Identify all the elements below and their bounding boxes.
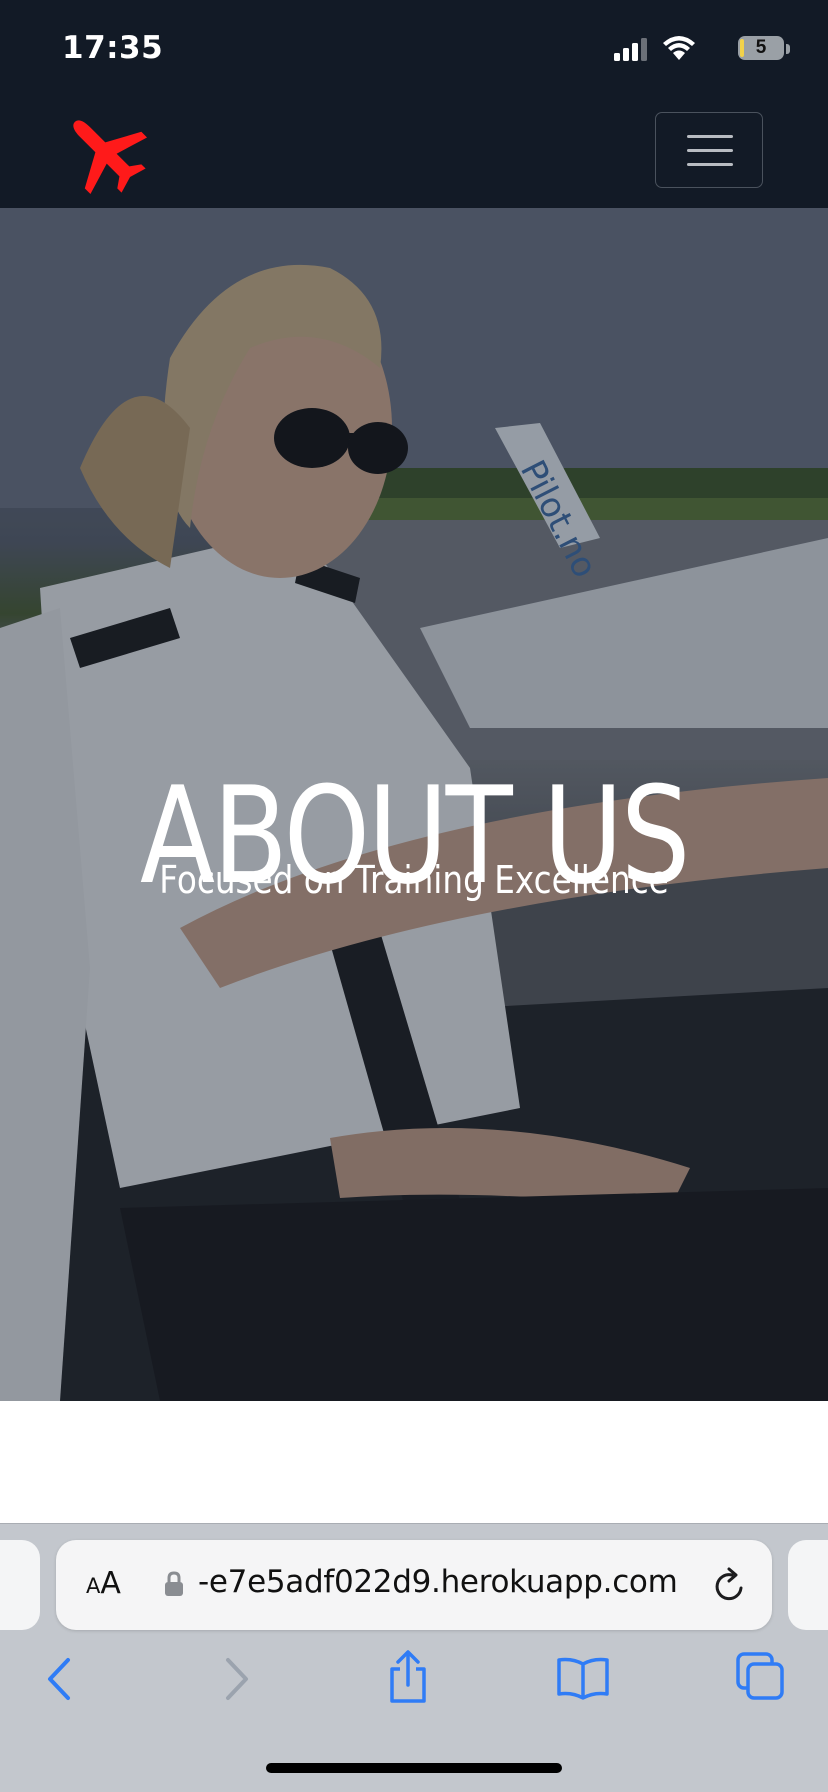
bookmarks-icon[interactable] — [556, 1656, 610, 1700]
hero-subtitle: Focused on Training Excellence — [159, 858, 669, 902]
status-bar: 17:35 5 — [0, 0, 828, 100]
text-size-button[interactable]: AA — [86, 1566, 121, 1601]
lock-icon — [165, 1571, 183, 1596]
browser-toolbar: AA -e7e5adf022d9.herokuapp.com — [0, 1523, 828, 1792]
hero-section: Pilot.no ABOUT US Focused on Training Ex… — [0, 208, 828, 1401]
wifi-icon — [663, 36, 695, 60]
home-indicator[interactable] — [266, 1763, 562, 1773]
back-icon[interactable] — [42, 1654, 78, 1704]
url-text[interactable]: -e7e5adf022d9.herokuapp.com — [198, 1564, 678, 1600]
signal-icon — [614, 38, 647, 61]
status-time: 17:35 — [62, 30, 164, 66]
next-tab-preview[interactable] — [788, 1540, 828, 1630]
tabs-icon[interactable] — [734, 1650, 786, 1702]
site-navbar — [0, 100, 828, 208]
share-icon[interactable] — [386, 1649, 430, 1705]
battery-level: 5 — [755, 37, 767, 58]
battery-icon: 5 — [738, 36, 784, 60]
address-bar[interactable]: AA -e7e5adf022d9.herokuapp.com — [56, 1540, 772, 1630]
menu-toggle-button[interactable] — [655, 112, 763, 188]
page-content-area — [0, 1401, 828, 1523]
forward-icon[interactable] — [218, 1654, 254, 1704]
airplane-icon[interactable] — [58, 110, 154, 196]
reload-icon[interactable] — [712, 1566, 748, 1604]
battery-tip — [786, 44, 790, 54]
previous-tab-preview[interactable] — [0, 1540, 40, 1630]
